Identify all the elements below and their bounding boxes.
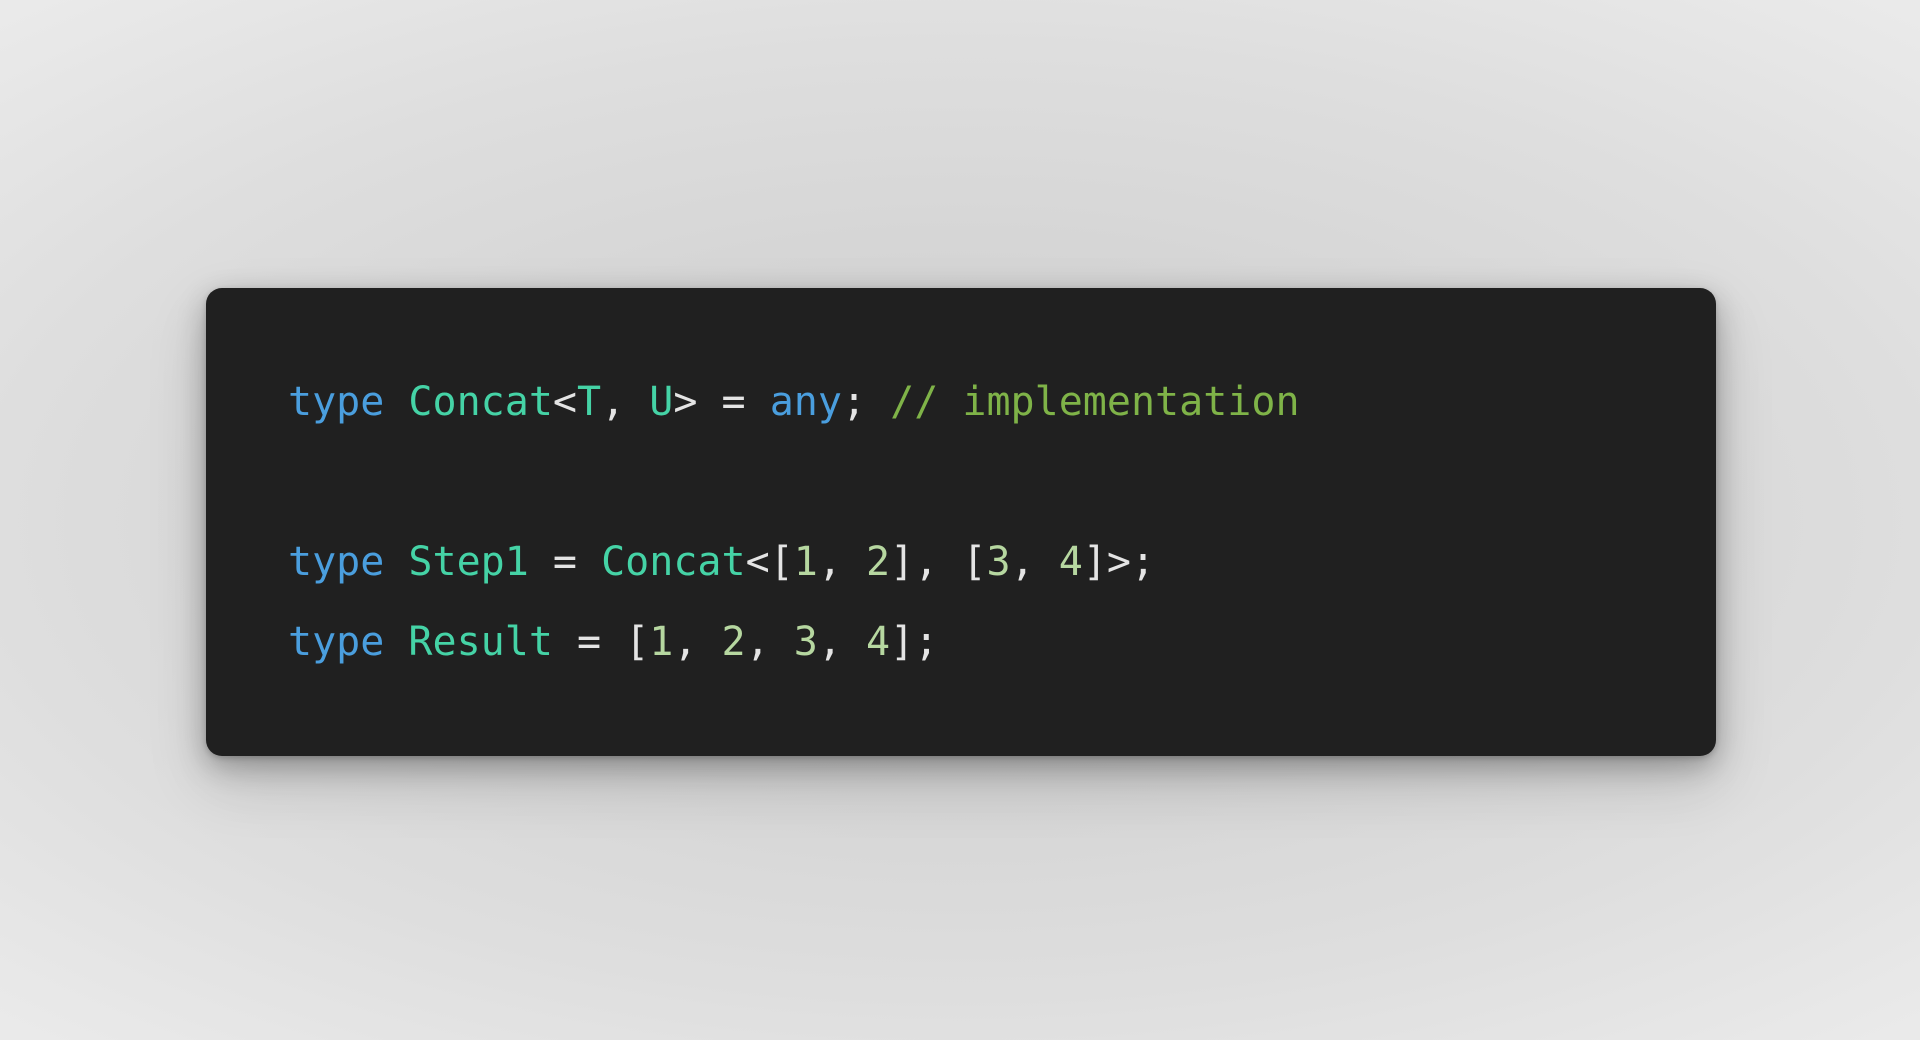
code-token-number: 2 (866, 539, 891, 585)
code-token-punct: > (673, 379, 722, 425)
code-line: type Concat<T, U> = any; // implementati… (288, 362, 1716, 442)
code-token-type: Result (408, 619, 553, 665)
code-token-keyword: type (288, 379, 385, 425)
code-token-keyword: type (288, 539, 385, 585)
code-token-punct: ; (841, 379, 891, 425)
code-block[interactable]: type Concat<T, U> = any; // implementati… (288, 362, 1716, 682)
code-token-type: U (649, 379, 674, 425)
code-token-punct: <[ (745, 539, 794, 585)
code-line: type Result = [1, 2, 3, 4]; (288, 602, 1716, 682)
code-token-number: 4 (1058, 539, 1083, 585)
code-token-punct: < (552, 379, 578, 425)
code-token-keyword: any (769, 379, 842, 425)
code-token-punct: = [ (552, 619, 650, 665)
code-token-punct: ]; (890, 619, 939, 665)
code-token-number: 3 (986, 539, 1011, 585)
code-snippet-card: type Concat<T, U> = any; // implementati… (206, 288, 1716, 756)
code-token-punct: , (817, 539, 867, 585)
code-token-punct: , (673, 619, 722, 665)
code-token-keyword: type (288, 619, 385, 665)
code-token-punct: ], [ (890, 539, 987, 585)
code-line: type Step1 = Concat<[1, 2], [3, 4]>; (288, 522, 1716, 602)
code-token-punct: , (601, 379, 650, 425)
code-token-punct: , (745, 619, 794, 665)
code-token-type: T (577, 379, 602, 425)
code-token-number: 1 (793, 539, 818, 585)
code-token-punct: , (1010, 539, 1059, 585)
code-token-punct: , (817, 619, 867, 665)
code-token-number: 2 (721, 619, 746, 665)
code-token-punct: ]>; (1082, 539, 1156, 585)
code-token-type: Concat (601, 539, 746, 585)
code-token-punct: = (528, 539, 602, 585)
code-token-comment: // implementation (890, 379, 1300, 425)
code-token-type: Step1 (408, 539, 529, 585)
code-token-number: 3 (793, 619, 818, 665)
code-token-number: 4 (866, 619, 891, 665)
code-token-number: 1 (649, 619, 674, 665)
code-token-type: Concat (408, 379, 553, 425)
code-token-punct: = (721, 379, 770, 425)
code-content: type Concat<T, U> = any; // implementati… (288, 362, 1716, 682)
page-background: type Concat<T, U> = any; // implementati… (0, 0, 1920, 1040)
